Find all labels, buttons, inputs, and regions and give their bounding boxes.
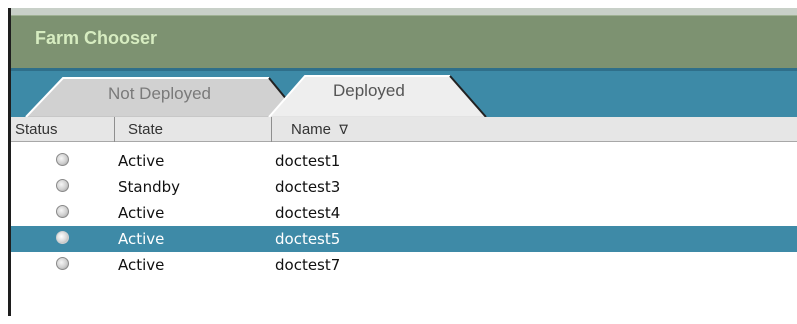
row-name: doctest4 [275,204,341,222]
column-divider[interactable] [271,117,272,142]
tab-bar-top-shadow [11,68,797,71]
table-row[interactable]: Active doctest7 [11,252,797,278]
title-bar: Farm Chooser [11,15,797,68]
status-indicator-icon [56,257,69,270]
table-row-selected[interactable]: Active doctest5 [11,226,797,252]
row-name: doctest1 [275,152,341,170]
column-header-name[interactable]: Name ∇ [273,117,797,142]
table-row[interactable]: Standby doctest3 [11,174,797,200]
column-header-state-label: State [128,121,164,138]
sort-descending-icon: ∇ [339,122,348,137]
tab-deployed[interactable]: Deployed [333,81,405,101]
table-header: Status State Name ∇ [11,117,797,142]
tab-bar: Not Deployed Deployed [11,68,797,117]
column-header-status[interactable]: Status [11,117,107,142]
row-state: Standby [118,178,181,196]
column-header-status-label: Status [15,121,58,138]
column-header-state[interactable]: State [115,117,271,142]
status-indicator-icon [56,153,69,166]
status-indicator-icon [56,231,69,244]
window-frame-border [8,8,11,316]
row-state: Active [118,230,165,248]
row-state: Active [118,152,165,170]
status-indicator-icon [56,179,69,192]
status-indicator-icon [56,205,69,218]
row-state: Active [118,204,165,222]
column-header-name-label: Name [291,121,332,138]
row-name: doctest7 [275,256,341,274]
table-row[interactable]: Active doctest1 [11,148,797,174]
tab-not-deployed[interactable]: Not Deployed [108,84,211,104]
row-name: doctest3 [275,178,341,196]
row-name: doctest5 [275,230,341,248]
table-row[interactable]: Active doctest4 [11,200,797,226]
window-title: Farm Chooser [35,28,158,48]
farm-list: Active doctest1 Standby doctest3 Active … [11,148,797,278]
row-state: Active [118,256,165,274]
